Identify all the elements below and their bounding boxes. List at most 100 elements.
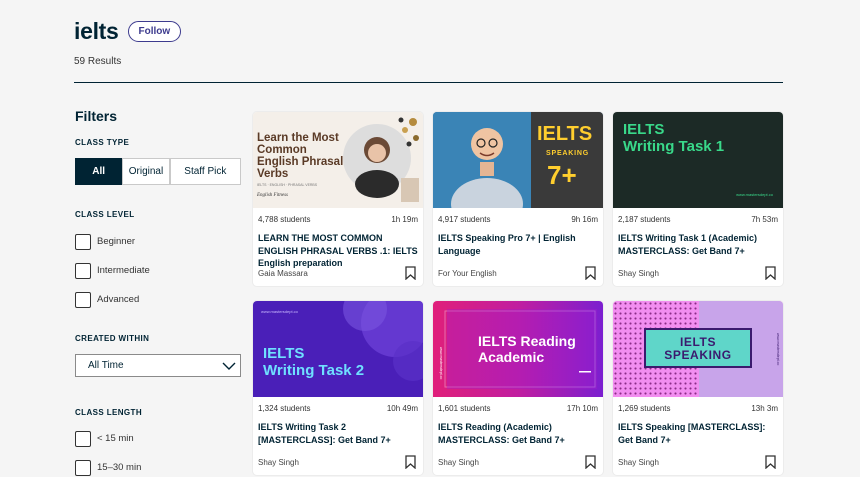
class-title[interactable]: LEARN THE MOST COMMON ENGLISH PHRASAL VE…: [253, 224, 423, 270]
checkbox[interactable]: [75, 262, 91, 279]
student-count: 1,269 students: [618, 404, 671, 413]
class-duration: 17h 10m: [566, 404, 598, 413]
class-thumbnail[interactable]: www.mastersdept.co IELTS Reading Academi…: [433, 301, 603, 397]
class-type-title: CLASS TYPE: [75, 138, 130, 147]
class-duration: 1h 19m: [391, 215, 418, 224]
checkbox[interactable]: [75, 291, 91, 308]
teacher-name[interactable]: Shay Singh: [258, 458, 299, 467]
thumbnail-line1: IELTS Reading: [478, 333, 576, 349]
class-thumbnail[interactable]: www.mastersdept.co IELTS Writing Task 2: [253, 301, 423, 397]
checkbox-label: Beginner: [97, 236, 136, 247]
card-meta: 1,324 students 10h 49m: [253, 397, 423, 413]
class-type-original[interactable]: Original: [122, 158, 170, 185]
bookmark-icon[interactable]: [765, 266, 776, 280]
class-title[interactable]: IELTS Speaking Pro 7+ | English Language: [433, 224, 603, 257]
thumbnail-line2: Writing Task 1: [623, 138, 725, 155]
thumbnail-line1: IELTS: [263, 345, 305, 362]
class-card[interactable]: IELTS SPEAKING 7+ 4,917 students 9h 16m …: [433, 112, 603, 286]
thumbnail-small: IELTS · ENGLISH · PHRASAL VERBS: [257, 183, 318, 187]
thumbnail-line2: Academic: [478, 349, 545, 365]
header-divider: [74, 82, 783, 83]
class-thumbnail[interactable]: Learn the Most Common English Phrasal Ve…: [253, 112, 423, 208]
bookmark-icon[interactable]: [765, 455, 776, 469]
filters-panel: Filters CLASS TYPE All Original Staff Pi…: [75, 108, 241, 476]
class-title[interactable]: IELTS Reading (Academic) MASTERCLASS: Ge…: [433, 413, 603, 446]
teacher-name[interactable]: Shay Singh: [618, 269, 659, 278]
teacher-name[interactable]: For Your English: [438, 269, 497, 278]
length-15-30[interactable]: 15–30 min: [75, 459, 241, 476]
class-duration: 9h 16m: [571, 215, 598, 224]
class-card[interactable]: IELTS Writing Task 1 www.mastersdept.co …: [613, 112, 783, 286]
class-card[interactable]: Learn the Most Common English Phrasal Ve…: [253, 112, 423, 286]
class-length-list: < 15 min 15–30 min: [75, 430, 241, 476]
page-title: ielts: [74, 18, 119, 44]
bookmark-icon[interactable]: [585, 266, 596, 280]
checkbox-label: 15–30 min: [97, 462, 142, 473]
class-level-list: Beginner Intermediate Advanced: [75, 233, 241, 308]
student-count: 4,788 students: [258, 215, 311, 224]
thumbnail-url: www.mastersdept.co: [776, 333, 780, 366]
thumbnail-line2: Writing Task 2: [263, 362, 365, 379]
thumbnail-headline: Learn the Most Common English Phrasal Ve…: [257, 132, 344, 180]
class-thumbnail[interactable]: IELTS SPEAKING 7+: [433, 112, 603, 208]
created-within-title: CREATED WITHIN: [75, 334, 150, 343]
length-under-15[interactable]: < 15 min: [75, 430, 241, 447]
checkbox[interactable]: [75, 430, 91, 447]
level-beginner[interactable]: Beginner: [75, 233, 241, 250]
class-type-all[interactable]: All: [75, 158, 123, 185]
class-thumbnail[interactable]: IELTS SPEAKING www.mastersdept.co: [613, 301, 783, 397]
checkbox[interactable]: [75, 459, 91, 476]
card-meta: 4,788 students 1h 19m: [253, 208, 423, 224]
class-card[interactable]: www.mastersdept.co IELTS Reading Academi…: [433, 301, 603, 475]
select-value: All Time: [88, 360, 124, 371]
class-type-segmented: All Original Staff Pick: [75, 158, 241, 185]
created-within-select[interactable]: All Time: [75, 354, 241, 377]
thumbnail-url: www.mastersdept.co: [261, 309, 298, 314]
thumbnail-line2: SPEAKING: [664, 348, 732, 362]
checkbox-label: Advanced: [97, 294, 140, 305]
class-thumbnail[interactable]: IELTS Writing Task 1 www.mastersdept.co: [613, 112, 783, 208]
student-count: 2,187 students: [618, 215, 671, 224]
class-title[interactable]: IELTS Writing Task 1 (Academic) MASTERCL…: [613, 224, 783, 257]
bookmark-icon[interactable]: [405, 266, 416, 280]
level-intermediate[interactable]: Intermediate: [75, 262, 241, 279]
thumbnail-line3: 7+: [547, 160, 577, 190]
teacher-name[interactable]: Shay Singh: [438, 458, 479, 467]
teacher-name[interactable]: Shay Singh: [618, 458, 659, 467]
class-type-staff-pick[interactable]: Staff Pick: [169, 158, 241, 185]
student-count: 4,917 students: [438, 215, 491, 224]
student-count: 1,324 students: [258, 404, 311, 413]
chevron-down-icon: [222, 362, 236, 370]
bookmark-icon[interactable]: [405, 455, 416, 469]
results-count: 59 Results: [74, 56, 122, 67]
search-header: ielts Follow 59 Results: [74, 18, 182, 67]
thumbnail-url: www.mastersdept.co: [736, 192, 773, 197]
thumbnail-line1: IELTS: [623, 121, 665, 138]
thumbnail-url: www.mastersdept.co: [439, 347, 443, 380]
checkbox-label: < 15 min: [97, 433, 134, 444]
card-meta: 1,601 students 17h 10m: [433, 397, 603, 413]
class-card[interactable]: www.mastersdept.co IELTS Writing Task 2 …: [253, 301, 423, 475]
checkbox-label: Intermediate: [97, 265, 150, 276]
card-meta: 4,917 students 9h 16m: [433, 208, 603, 224]
class-duration: 7h 53m: [751, 215, 778, 224]
card-meta: 1,269 students 13h 3m: [613, 397, 783, 413]
bookmark-icon[interactable]: [585, 455, 596, 469]
thumbnail-line1: IELTS: [537, 123, 593, 145]
student-count: 1,601 students: [438, 404, 491, 413]
checkbox[interactable]: [75, 233, 91, 250]
class-duration: 13h 3m: [751, 404, 778, 413]
class-title[interactable]: IELTS Speaking [MASTERCLASS]: Get Band 7…: [613, 413, 783, 446]
class-title[interactable]: IELTS Writing Task 2 [MASTERCLASS]: Get …: [253, 413, 423, 446]
level-advanced[interactable]: Advanced: [75, 291, 241, 308]
card-meta: 2,187 students 7h 53m: [613, 208, 783, 224]
class-card[interactable]: IELTS SPEAKING www.mastersdept.co 1,269 …: [613, 301, 783, 475]
class-length-title: CLASS LENGTH: [75, 408, 143, 417]
thumbnail-line2: SPEAKING: [546, 150, 589, 157]
filters-title: Filters: [75, 108, 118, 124]
class-duration: 10h 49m: [386, 404, 418, 413]
teacher-name[interactable]: Gaia Massara: [258, 269, 308, 278]
class-level-title: CLASS LEVEL: [75, 210, 135, 219]
follow-button[interactable]: Follow: [127, 21, 182, 42]
thumbnail-sign: English Fitness: [257, 193, 288, 198]
